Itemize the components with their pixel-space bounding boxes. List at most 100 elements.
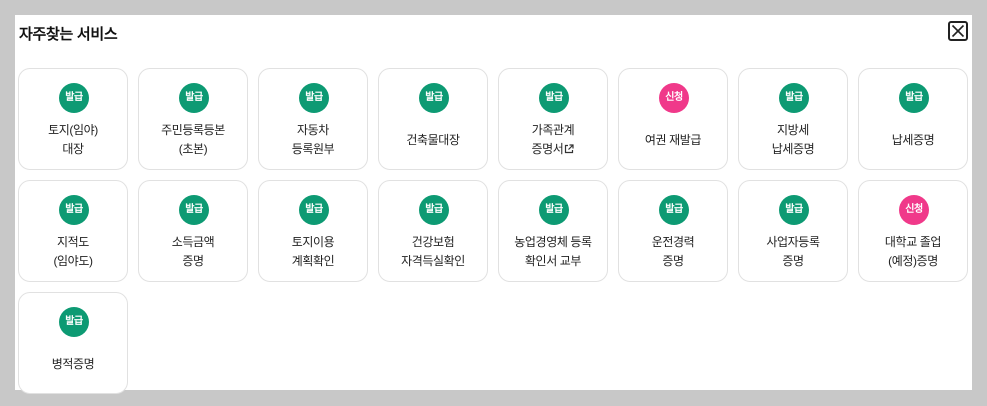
service-label-line2-text: 확인서 교부: [524, 254, 582, 268]
service-label-line2: 납세증명: [741, 140, 845, 159]
service-label-line2-text: 증명: [662, 254, 684, 268]
service-label: 운전경력증명: [621, 233, 725, 271]
issue-badge: 발급: [779, 195, 809, 225]
service-card[interactable]: 발급주민등록등본 (초본): [138, 68, 248, 170]
issue-badge: 발급: [59, 83, 89, 113]
service-label-line1: 대학교 졸업: [884, 235, 942, 249]
issue-badge: 발급: [419, 83, 449, 113]
service-label: 납세증명: [861, 131, 965, 150]
service-card[interactable]: 발급운전경력증명: [618, 180, 728, 282]
issue-badge: 발급: [539, 195, 569, 225]
service-label-line1: 사업자등록: [766, 235, 820, 249]
service-label-line1: 건축물대장: [406, 133, 460, 147]
service-label-line1: 가족관계: [531, 123, 575, 137]
service-card[interactable]: 발급지적도 (임야도): [18, 180, 128, 282]
service-label-line1: 납세증명: [891, 133, 935, 147]
service-card[interactable]: 발급건강보험자격득실확인: [378, 180, 488, 282]
issue-badge: 발급: [299, 195, 329, 225]
close-icon: [951, 24, 965, 38]
service-label-line1: 소득금액: [171, 235, 215, 249]
service-label: 소득금액증명: [141, 233, 245, 271]
issue-badge: 발급: [59, 307, 89, 337]
service-label-line2-text: 등록원부: [291, 142, 335, 156]
service-card[interactable]: 발급토지(임야) 대장: [18, 68, 128, 170]
issue-badge: 발급: [779, 83, 809, 113]
service-label-line1: 운전경력: [651, 235, 695, 249]
service-label-line2: 대장: [21, 140, 125, 159]
service-label-line2: 증명서: [501, 140, 605, 159]
external-link-icon: [565, 144, 575, 154]
service-label: 가족관계증명서: [501, 121, 605, 159]
service-label-line2-text: 증명서: [531, 142, 564, 156]
service-label: 사업자등록증명: [741, 233, 845, 271]
service-label: 주민등록등본 (초본): [141, 121, 245, 159]
service-label-line2-text: (임야도): [53, 254, 93, 268]
service-card[interactable]: 발급병적증명: [18, 292, 128, 394]
service-label: 병적증명: [21, 355, 125, 374]
issue-badge: 발급: [299, 83, 329, 113]
service-card[interactable]: 발급납세증명: [858, 68, 968, 170]
service-card[interactable]: 발급소득금액증명: [138, 180, 248, 282]
issue-badge: 발급: [179, 195, 209, 225]
service-label-line2: 자격득실확인: [381, 252, 485, 271]
service-card[interactable]: 발급지방세납세증명: [738, 68, 848, 170]
close-button[interactable]: [948, 21, 968, 41]
service-card[interactable]: 발급자동차등록원부: [258, 68, 368, 170]
service-card[interactable]: 신청대학교 졸업 (예정)증명: [858, 180, 968, 282]
service-label: 지적도 (임야도): [21, 233, 125, 271]
service-label-line2: 증명: [621, 252, 725, 271]
service-label-line2-text: 대장: [62, 142, 84, 156]
service-label-line2-text: (초본): [178, 142, 208, 156]
service-label-line1: 토지이용: [291, 235, 335, 249]
service-label-line1: 병적증명: [51, 357, 95, 371]
service-label: 지방세납세증명: [741, 121, 845, 159]
panel-title: 자주찾는 서비스: [19, 26, 118, 43]
service-label: 자동차등록원부: [261, 121, 365, 159]
service-label-line2: 계획확인: [261, 252, 365, 271]
service-label-line1: 여권 재발급: [644, 133, 702, 147]
service-label: 대학교 졸업 (예정)증명: [861, 233, 965, 271]
service-label: 여권 재발급: [621, 131, 725, 150]
service-label: 토지(임야) 대장: [21, 121, 125, 159]
service-label: 농업경영체 등록확인서 교부: [501, 233, 605, 271]
service-card[interactable]: 발급사업자등록증명: [738, 180, 848, 282]
service-label-line1: 지방세: [777, 123, 809, 137]
service-label-line2-text: 증명: [182, 254, 204, 268]
service-label-line2-text: (예정)증명: [888, 254, 938, 268]
service-card[interactable]: 발급가족관계증명서: [498, 68, 608, 170]
service-label-line2-text: 증명: [782, 254, 804, 268]
service-label-line1: 자동차: [297, 123, 329, 137]
service-label-line1: 농업경영체 등록: [514, 235, 592, 249]
service-label-line2: 증명: [741, 252, 845, 271]
service-label-line2-text: 자격득실확인: [401, 254, 465, 268]
issue-badge: 발급: [899, 83, 929, 113]
service-label-line2-text: 납세증명: [771, 142, 815, 156]
service-label-line1: 토지(임야): [48, 123, 98, 137]
service-grid: 발급 토지(임야) 대장 발급 주민등록등본 (초본) 발급 자동차 등록원부 발급 건축물대장 발급…: [18, 68, 968, 394]
issue-badge: 발급: [539, 83, 569, 113]
service-label-line2-text: 계획확인: [291, 254, 335, 268]
service-card[interactable]: 발급토지이용계획확인: [258, 180, 368, 282]
service-label-line2: 등록원부: [261, 140, 365, 159]
favorite-services-panel: 자주찾는 서비스 발급 토지(임야) 대장 발급 주민등록등본 (초본) 발급 자동차 등록원부…: [15, 15, 972, 394]
service-label: 토지이용계획확인: [261, 233, 365, 271]
service-label-line2: 증명: [141, 252, 245, 271]
service-card[interactable]: 발급농업경영체 등록확인서 교부: [498, 180, 608, 282]
service-label-line2: (예정)증명: [861, 252, 965, 271]
service-label-line2: (초본): [141, 140, 245, 159]
service-card[interactable]: 발급건축물대장: [378, 68, 488, 170]
service-card[interactable]: 신청여권 재발급: [618, 68, 728, 170]
issue-badge: 발급: [659, 195, 689, 225]
issue-badge: 발급: [179, 83, 209, 113]
apply-badge: 신청: [899, 195, 929, 225]
service-label-line1: 건강보험: [411, 235, 455, 249]
service-label-line2: (임야도): [21, 252, 125, 271]
service-label: 건축물대장: [381, 131, 485, 150]
service-label-line2: 확인서 교부: [501, 252, 605, 271]
issue-badge: 발급: [59, 195, 89, 225]
service-label: 건강보험자격득실확인: [381, 233, 485, 271]
service-label-line1: 지적도: [57, 235, 89, 249]
service-label-line1: 주민등록등본: [161, 123, 225, 137]
issue-badge: 발급: [419, 195, 449, 225]
apply-badge: 신청: [659, 83, 689, 113]
